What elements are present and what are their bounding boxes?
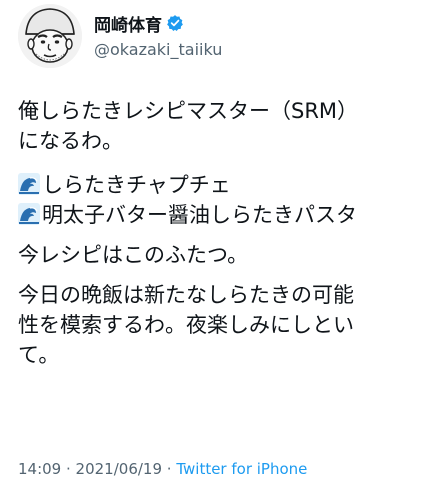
tweet-metadata: 14:09 · 2021/06/19 · Twitter for iPhone [18, 460, 307, 478]
display-name[interactable]: 岡崎体育 [94, 11, 162, 36]
tweet-line: て。 [18, 343, 60, 367]
caricature-avatar-icon[interactable] [18, 4, 82, 68]
author-handle[interactable]: @okazaki_taiiku [94, 40, 222, 59]
tweet-date[interactable]: 2021/06/19 [76, 460, 162, 478]
display-name-row: 岡崎体育 [94, 11, 222, 36]
tweet-line: になるわ。 [18, 129, 123, 153]
tweet-body: 俺しらたきレシピマスター（SRM） になるわ。 しらたきチャプチェ 明太子バター… [18, 96, 438, 370]
separator: · [162, 460, 177, 478]
tweet-line: 俺しらたきレシピマスター（SRM） [18, 99, 359, 123]
tweet-line-recipe-2: 明太子バター醤油しらたきパスタ [42, 203, 357, 227]
tweet-line: 今レシピはこのふたつ。 [18, 243, 249, 267]
verified-badge-icon [166, 14, 184, 32]
separator: · [61, 460, 76, 478]
tweet-paragraph-intro: 俺しらたきレシピマスター（SRM） になるわ。 [18, 96, 438, 156]
tweet-line: 今日の晩飯は新たなしらたきの可能 [18, 283, 354, 307]
tweet-source-link[interactable]: Twitter for iPhone [176, 460, 307, 478]
tweet-line-recipe-1: しらたきチャプチェ [42, 173, 231, 197]
tweet-line: 性を模索するわ。夜楽しみにしとい [18, 313, 354, 337]
tweet-paragraph-recipes: しらたきチャプチェ 明太子バター醤油しらたきパスタ [18, 170, 438, 230]
wave-emoji-icon [18, 173, 40, 195]
wave-emoji-icon [18, 203, 40, 225]
tweet-header: 岡崎体育 @okazaki_taiiku [14, 4, 434, 80]
tweet-paragraph-closing: 今日の晩飯は新たなしらたきの可能 性を模索するわ。夜楽しみにしとい て。 [18, 280, 438, 370]
author-names: 岡崎体育 @okazaki_taiiku [94, 12, 222, 59]
tweet-paragraph-current: 今レシピはこのふたつ。 [18, 240, 438, 270]
tweet-time[interactable]: 14:09 [18, 460, 61, 478]
